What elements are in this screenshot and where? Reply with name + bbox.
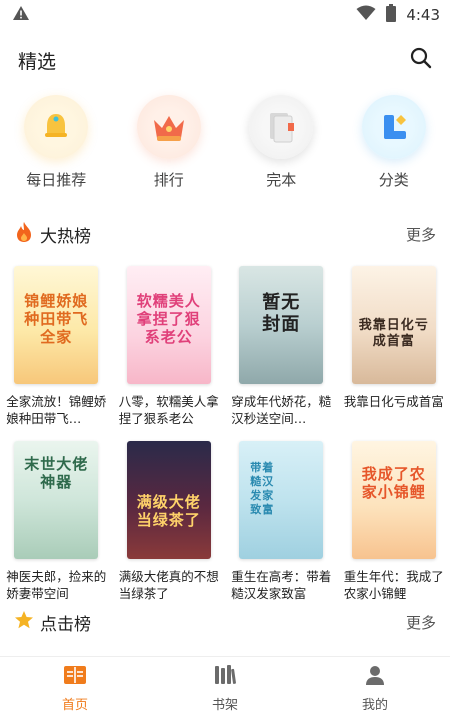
bell-icon xyxy=(24,95,89,159)
quick-nav-label: 完本 xyxy=(266,171,297,189)
flame-icon xyxy=(14,221,34,247)
book-title: 全家流放！锦鲤娇娘种田带飞… xyxy=(6,394,107,426)
cover-title: 锦鲤娇娘种田带飞全家 xyxy=(24,292,89,346)
quick-nav: 每日推荐 排行 完本 分类 xyxy=(0,95,450,195)
book-title: 重生在高考：带着糙汉发家致富 xyxy=(231,569,332,601)
status-time: 4:43 xyxy=(406,6,440,24)
section-title-wrap: 大热榜 xyxy=(14,221,91,247)
book-card[interactable]: 软糯美人拿捏了狠系老公 八零，软糯美人拿捏了狠系老公 xyxy=(113,266,226,427)
quick-nav-label: 每日推荐 xyxy=(26,171,87,189)
tab-label: 书架 xyxy=(211,698,238,713)
book-title: 八零，软糯美人拿捏了狠系老公 xyxy=(118,394,219,426)
user-icon xyxy=(364,664,386,690)
category-icon xyxy=(361,95,426,159)
book-cover: 锦鲤娇娘种田带飞全家 xyxy=(14,266,99,384)
search-icon[interactable] xyxy=(410,47,432,73)
cover-title: 我成了农家小锦鲤 xyxy=(361,465,426,501)
cover-title: 满级大佬当绿茶了 xyxy=(136,493,201,529)
cover-title: 软糯美人拿捏了狠系老公 xyxy=(136,292,201,346)
status-bar: 4:43 xyxy=(0,0,450,30)
more-link[interactable]: 更多 xyxy=(406,224,436,245)
quick-nav-daily[interactable]: 每日推荐 xyxy=(0,95,113,195)
book-card[interactable]: 末世大佬神器 神医夫郎，捡来的娇妻带空间 xyxy=(0,441,113,602)
section-title: 大热榜 xyxy=(40,226,91,247)
book-card[interactable]: 带着糙汉发家致富 重生在高考：带着糙汉发家致富 xyxy=(225,441,338,602)
book-card[interactable]: 我靠日化亏成首富 我靠日化亏成首富 xyxy=(338,266,450,427)
book-card[interactable]: 锦鲤娇娘种田带飞全家 全家流放！锦鲤娇娘种田带飞… xyxy=(0,266,113,427)
click-section-header: 点击榜 更多 xyxy=(0,607,450,637)
quick-nav-category[interactable]: 分类 xyxy=(338,95,450,195)
book-cover: 带着糙汉发家致富 xyxy=(239,441,324,559)
bookshelf-icon xyxy=(213,664,237,690)
tab-profile[interactable]: 我的 xyxy=(300,657,450,720)
tab-home[interactable]: 首页 xyxy=(0,657,150,720)
warning-icon xyxy=(12,5,30,25)
book-grid: 锦鲤娇娘种田带飞全家 全家流放！锦鲤娇娘种田带飞… 软糯美人拿捏了狠系老公 八零… xyxy=(0,266,450,602)
quick-nav-completed[interactable]: 完本 xyxy=(225,95,338,195)
book-cover: 暂无封面 xyxy=(239,266,324,384)
book-stack-icon xyxy=(249,95,314,159)
quick-nav-label: 分类 xyxy=(378,171,409,189)
status-right: 4:43 xyxy=(356,4,440,26)
status-left xyxy=(12,5,30,25)
book-card[interactable]: 暂无封面 穿成年代娇花，糙汉秒送空间… xyxy=(225,266,338,427)
book-card[interactable]: 我成了农家小锦鲤 重生年代：我成了农家小锦鲤 xyxy=(338,441,450,602)
cover-title: 我靠日化亏成首富 xyxy=(358,318,429,349)
more-link[interactable]: 更多 xyxy=(406,612,436,633)
book-cover: 我成了农家小锦鲤 xyxy=(351,441,436,559)
book-title: 我靠日化亏成首富 xyxy=(343,394,444,409)
section-title: 点击榜 xyxy=(40,614,91,635)
bottom-tab-bar: 首页 书架 我的 xyxy=(0,656,450,720)
quick-nav-label: 排行 xyxy=(153,171,184,189)
page-title: 精选 xyxy=(18,50,57,73)
book-card[interactable]: 满级大佬当绿茶了 满级大佬真的不想当绿茶了 xyxy=(113,441,226,602)
tab-label: 我的 xyxy=(361,698,388,713)
cover-title: 暂无封面 xyxy=(262,292,301,335)
book-cover: 软糯美人拿捏了狠系老公 xyxy=(126,266,211,384)
book-title: 穿成年代娇花，糙汉秒送空间… xyxy=(231,394,332,426)
book-cover: 满级大佬当绿茶了 xyxy=(126,441,211,559)
book-title: 神医夫郎，捡来的娇妻带空间 xyxy=(6,569,107,601)
cover-title: 末世大佬神器 xyxy=(24,455,89,491)
cover-title: 带着糙汉发家致富 xyxy=(250,461,275,516)
hot-section-header: 大热榜 更多 xyxy=(0,219,450,249)
book-cover: 末世大佬神器 xyxy=(14,441,99,559)
book-cover: 我靠日化亏成首富 xyxy=(351,266,436,384)
book-title: 重生年代：我成了农家小锦鲤 xyxy=(343,569,444,601)
home-book-icon xyxy=(63,664,87,690)
book-title: 满级大佬真的不想当绿茶了 xyxy=(118,569,219,601)
header: 精选 xyxy=(0,40,450,80)
crown-icon xyxy=(136,95,201,159)
battery-icon xyxy=(386,4,397,26)
wifi-icon xyxy=(356,5,376,25)
tab-bookshelf[interactable]: 书架 xyxy=(150,657,300,720)
section-title-wrap: 点击榜 xyxy=(14,610,91,635)
star-icon xyxy=(14,610,34,634)
quick-nav-ranking[interactable]: 排行 xyxy=(113,95,226,195)
tab-label: 首页 xyxy=(61,698,88,713)
